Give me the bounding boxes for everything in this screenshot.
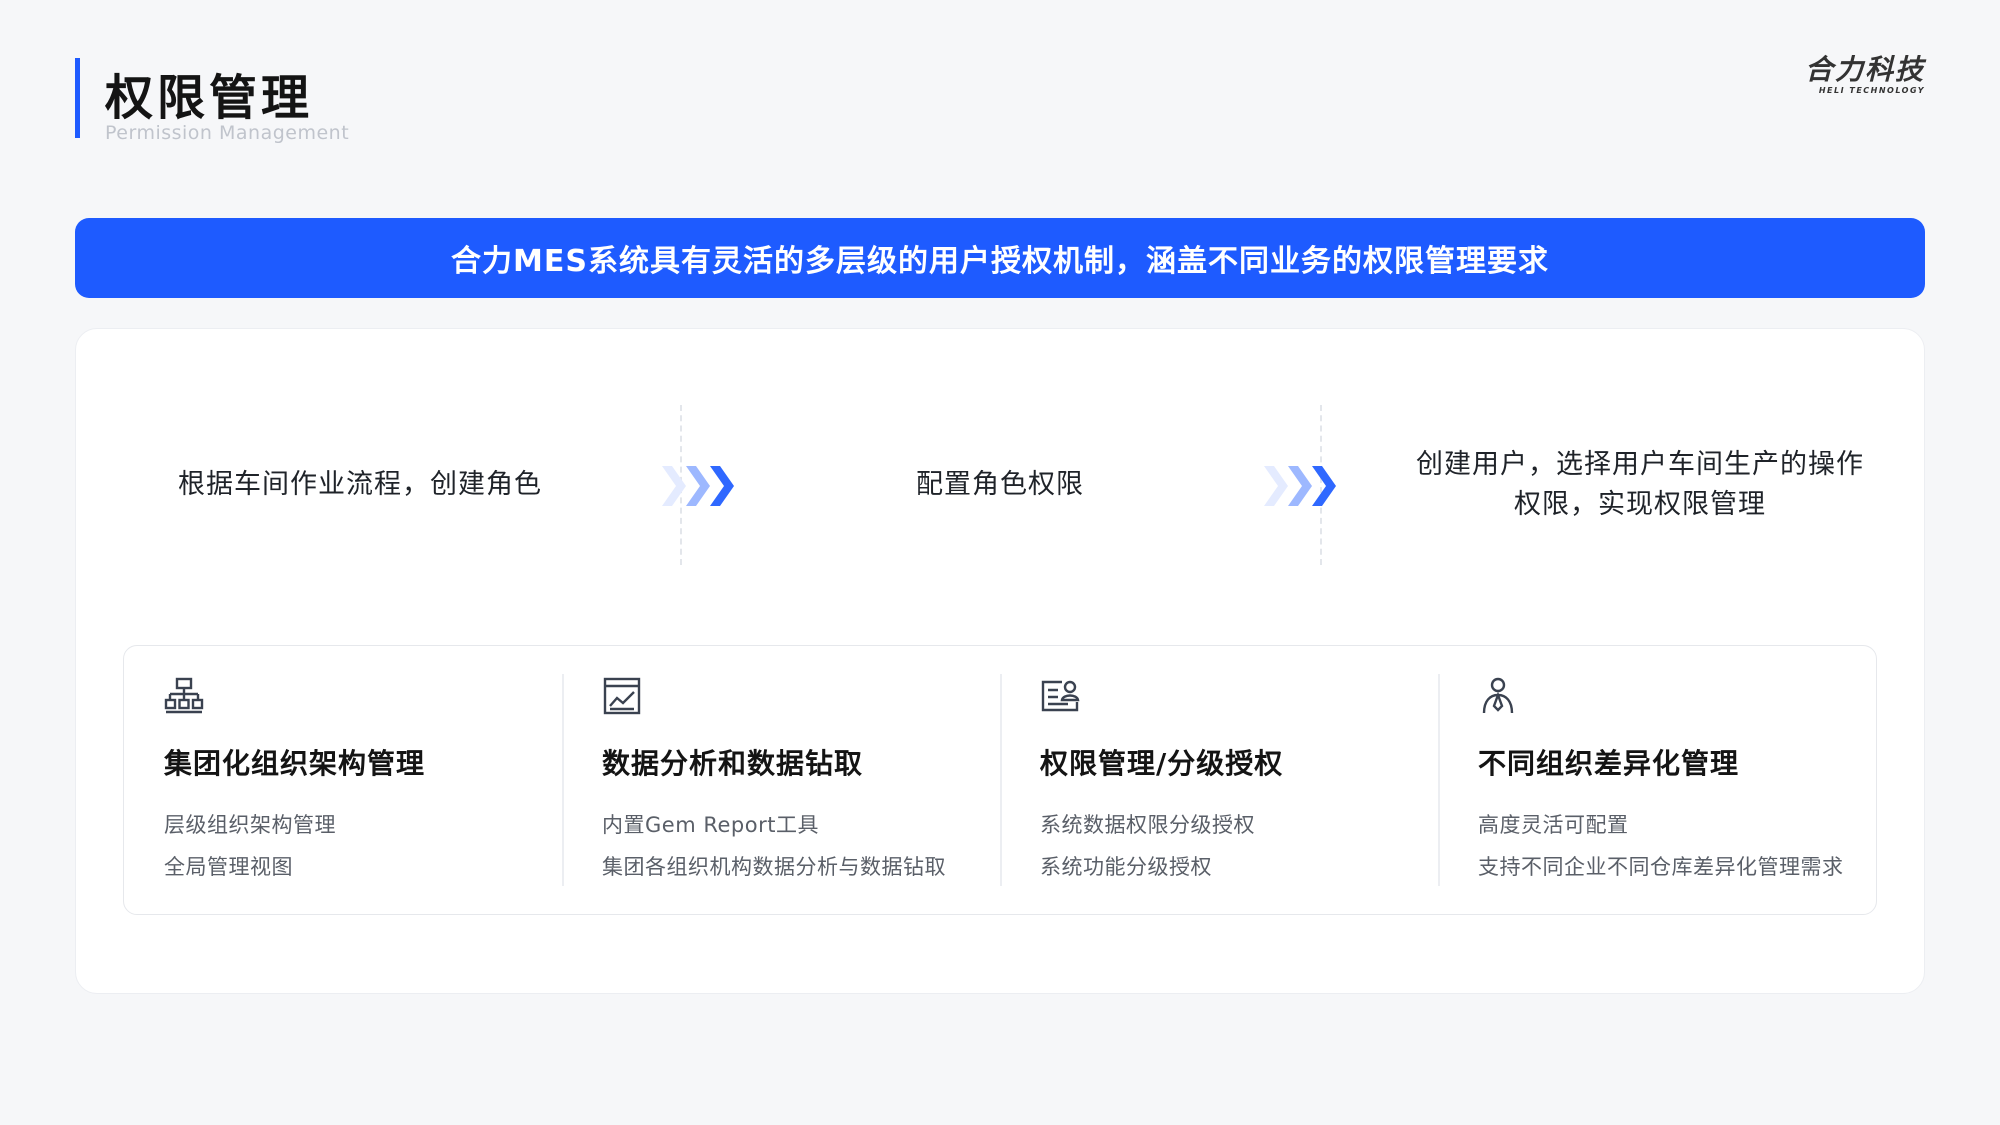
feature-line: 支持不同企业不同仓库差异化管理需求 — [1478, 855, 1844, 879]
title-accent-bar — [75, 58, 80, 138]
feature-panel: 集团化组织架构管理 层级组织架构管理 全局管理视图 数据分析和数据钻取 内置Ge… — [123, 645, 1877, 915]
banner-text: 合力MES系统具有灵活的多层级的用户授权机制，涵盖不同业务的权限管理要求 — [451, 244, 1549, 279]
process-step-1: 根据车间作业流程，创建角色 — [110, 400, 610, 570]
logo-cn-text: 合力科技 — [1804, 53, 1925, 86]
chevron-arrow-icon — [662, 466, 734, 506]
data-chart-icon — [603, 677, 641, 715]
feature-line: 全局管理视图 — [164, 855, 293, 879]
feature-line: 系统功能分级授权 — [1040, 855, 1212, 879]
org-chart-icon — [164, 677, 204, 714]
feature-line: 高度灵活可配置 — [1478, 813, 1629, 837]
step-1-text: 根据车间作业流程，创建角色 — [178, 469, 542, 500]
summary-banner: 合力MES系统具有灵活的多层级的用户授权机制，涵盖不同业务的权限管理要求 — [75, 218, 1925, 298]
feature-item-org: 集团化组织架构管理 层级组织架构管理 全局管理视图 — [124, 646, 562, 914]
step-3-line-2: 权限，实现权限管理 — [1514, 489, 1766, 520]
step-3-text: 创建用户，选择用户车间生产的操作 权限，实现权限管理 — [1416, 445, 1864, 525]
logo-en-text: HELI TECHNOLOGY — [1818, 86, 1925, 95]
feature-line: 层级组织架构管理 — [164, 813, 336, 837]
process-step-3: 创建用户，选择用户车间生产的操作 权限，实现权限管理 — [1390, 400, 1890, 570]
feature-item-data: 数据分析和数据钻取 内置Gem Report工具 集团各组织机构数据分析与数据钻… — [562, 646, 1000, 914]
chevron-arrow-icon — [1264, 466, 1336, 506]
feature-title: 不同组织差异化管理 — [1478, 747, 1740, 780]
page-subtitle: Permission Management — [105, 122, 350, 144]
step-2-text: 配置角色权限 — [916, 469, 1084, 500]
process-step-2: 配置角色权限 — [750, 400, 1250, 570]
feature-line: 集团各组织机构数据分析与数据钻取 — [602, 855, 946, 879]
feature-title: 集团化组织架构管理 — [164, 747, 426, 780]
slide: 权限管理 Permission Management 合力科技 HELI TEC… — [0, 0, 2000, 1125]
feature-title: 权限管理/分级授权 — [1040, 747, 1284, 780]
feature-item-diff: 不同组织差异化管理 高度灵活可配置 支持不同企业不同仓库差异化管理需求 — [1438, 646, 1876, 914]
company-logo: 合力科技 HELI TECHNOLOGY — [1755, 54, 1925, 96]
feature-title: 数据分析和数据钻取 — [602, 747, 864, 780]
feature-line: 内置Gem Report工具 — [602, 813, 819, 837]
page-title: 权限管理 — [105, 70, 314, 126]
user-permission-icon — [1041, 680, 1080, 712]
person-icon — [1482, 677, 1514, 714]
step-3-line-1: 创建用户，选择用户车间生产的操作 — [1416, 449, 1864, 480]
feature-line: 系统数据权限分级授权 — [1040, 813, 1255, 837]
feature-item-permission: 权限管理/分级授权 系统数据权限分级授权 系统功能分级授权 — [1000, 646, 1438, 914]
